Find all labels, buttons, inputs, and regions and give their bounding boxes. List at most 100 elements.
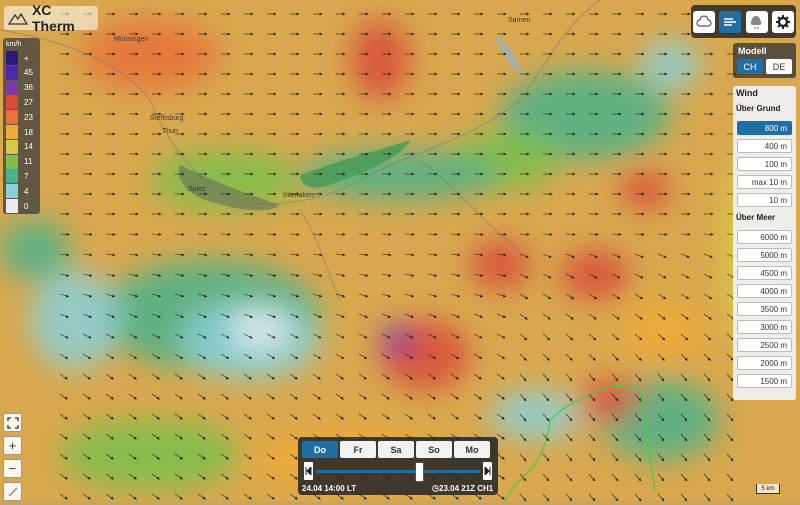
- gear-icon: [775, 14, 790, 29]
- wind-level-panel: Wind Über Grund 800 m 400 m 100 m max 10 m 1…: [733, 86, 796, 400]
- place-label: Sarnen: [508, 17, 531, 24]
- fullscreen-icon: [6, 416, 19, 429]
- sea-section-label: Über Meer: [736, 213, 776, 222]
- legend-value: 23: [24, 112, 33, 122]
- legend-row: 14: [6, 139, 38, 155]
- zoom-in-button[interactable]: +: [3, 436, 22, 455]
- wind-layer-button[interactable]: [719, 10, 742, 33]
- legend-value: 18: [24, 127, 33, 137]
- legend-swatch: [6, 184, 18, 199]
- wind-speed-area: [470, 240, 530, 290]
- sea-level-2500-m[interactable]: 2500 m: [737, 338, 792, 352]
- scale-bar: 5 km: [756, 484, 780, 494]
- wind-speed-area: [350, 20, 410, 100]
- ground-level-max-10-m[interactable]: max 10 m: [737, 175, 792, 189]
- legend-row: 11: [6, 154, 38, 170]
- legend-unit: km/h: [6, 41, 22, 48]
- legend-row: 45: [6, 65, 38, 81]
- place-label: Thun: [162, 128, 178, 135]
- ground-level-400-m[interactable]: 400 m: [737, 139, 792, 153]
- step-forward-button[interactable]: [483, 462, 492, 480]
- ground-level-10-m[interactable]: 10 m: [737, 193, 792, 207]
- legend-swatch: [6, 199, 18, 213]
- model-option-ch[interactable]: CH: [737, 59, 763, 74]
- zoom-out-button[interactable]: −: [3, 459, 22, 478]
- legend-row: 27: [6, 94, 38, 110]
- legend-swatch: [6, 154, 18, 169]
- zoom-controls: + −: [3, 413, 22, 505]
- fullscreen-button[interactable]: [3, 413, 22, 432]
- day-tab-sa[interactable]: Sa: [378, 441, 414, 458]
- time-slider[interactable]: [316, 470, 480, 473]
- wind-speed-area: [620, 170, 670, 210]
- thermal-layer-button[interactable]: [745, 10, 768, 33]
- model-option-de[interactable]: DE: [766, 59, 792, 74]
- skip-back-icon: [305, 467, 312, 475]
- wind-map[interactable]: [0, 0, 800, 501]
- legend-row: 7: [6, 168, 38, 184]
- legend-value: 45: [24, 68, 33, 78]
- sea-level-2000-m[interactable]: 2000 m: [737, 356, 792, 370]
- legend-swatch: [6, 125, 18, 139]
- day-tab-so[interactable]: So: [416, 441, 452, 458]
- wind-speed-area: [30, 270, 120, 370]
- legend-swatch: [6, 169, 18, 184]
- sea-level-6000-m[interactable]: 6000 m: [737, 230, 792, 244]
- sea-level-5000-m[interactable]: 5000 m: [737, 248, 792, 262]
- model-title: Modell: [738, 46, 767, 56]
- skip-forward-icon: [484, 467, 491, 475]
- day-tab-fr[interactable]: Fr: [340, 441, 376, 458]
- legend-value: 27: [24, 97, 33, 107]
- wind-title: Wind: [736, 88, 758, 98]
- legend-row: 18: [6, 124, 38, 140]
- legend-row: 36: [6, 80, 38, 96]
- time-slider-handle[interactable]: [414, 462, 424, 482]
- legend-row: 23: [6, 109, 38, 125]
- legend-value: +: [24, 53, 29, 63]
- wind-icon: [724, 17, 737, 26]
- day-tab-mo[interactable]: Mo: [454, 441, 490, 458]
- locate-icon: [8, 487, 17, 496]
- app-logo[interactable]: XC Therm: [4, 2, 98, 34]
- layer-toolbar: [691, 5, 796, 38]
- ground-level-100-m[interactable]: 100 m: [737, 157, 792, 171]
- legend-swatch: [6, 51, 18, 65]
- ground-section-label: Über Grund: [736, 104, 781, 113]
- current-time-label: 24.04 14:00 LT: [302, 484, 357, 493]
- place-label: Münsingen: [114, 36, 149, 43]
- sea-level-4500-m[interactable]: 4500 m: [737, 266, 792, 280]
- legend-swatch: [6, 110, 18, 125]
- wind-speed-area: [80, 20, 220, 90]
- settings-button[interactable]: [771, 10, 794, 33]
- legend-value: 36: [24, 83, 33, 93]
- place-label: Interlaken: [283, 192, 314, 199]
- sea-level-3500-m[interactable]: 3500 m: [737, 302, 792, 316]
- cloud-layer-button[interactable]: [693, 10, 716, 33]
- legend-row: 0: [6, 198, 38, 214]
- model-run-label: 23.04 21Z CH1: [432, 484, 493, 493]
- wind-speed-area: [60, 420, 240, 490]
- wind-speed-area: [620, 300, 710, 360]
- legend-value: 7: [24, 171, 29, 181]
- thermal-cloud-icon: [750, 15, 761, 29]
- wind-speed-area: [380, 325, 415, 355]
- place-label: Spiez: [188, 186, 206, 193]
- time-controls: Do Fr Sa So Mo 24.04 14:00 LT 23.04 21Z CH1: [298, 437, 498, 495]
- cloud-icon: [696, 14, 712, 27]
- step-back-button[interactable]: [304, 462, 313, 480]
- model-panel: Modell CH DE: [733, 43, 796, 78]
- locate-button[interactable]: [3, 482, 22, 501]
- legend-row: 4: [6, 183, 38, 199]
- day-tab-do[interactable]: Do: [302, 441, 338, 458]
- legend-row: +: [6, 50, 38, 66]
- sea-level-3000-m[interactable]: 3000 m: [737, 320, 792, 334]
- legend-swatch: [6, 65, 18, 80]
- app-title: XC Therm: [31, 2, 75, 34]
- sea-level-1500-m[interactable]: 1500 m: [737, 374, 792, 388]
- wind-speed-area: [0, 220, 70, 280]
- wind-speed-area: [640, 40, 700, 90]
- legend-swatch: [6, 95, 18, 110]
- sea-level-4000-m[interactable]: 4000 m: [737, 284, 792, 298]
- ground-level-800-m[interactable]: 800 m: [737, 121, 792, 135]
- legend-swatch: [6, 80, 18, 95]
